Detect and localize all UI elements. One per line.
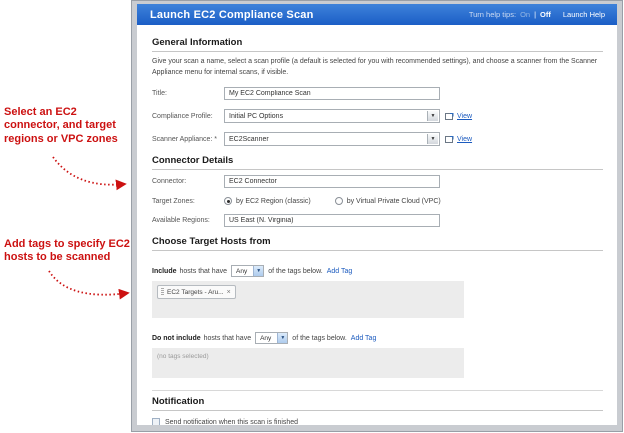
notification-checkbox-row: Send notification when this scan is fini… [152,418,603,426]
title-input[interactable] [224,87,440,100]
include-add-tag-link[interactable]: Add Tag [327,268,353,275]
exclude-suffix: of the tags below. [292,334,347,342]
section-connector-details: Connector Details [152,155,603,170]
include-tags-box: EC2 Targets - Aru... × [152,281,464,318]
scanner-appliance-row: Scanner Appliance: * EC2Scanner ▼ View [152,132,603,146]
include-match-value: Any [236,267,248,275]
compliance-profile-value: Initial PC Options [229,112,284,120]
dialog-content: General Information Give your scan a nam… [137,25,617,426]
target-zones-row: Target Zones: by EC2 Region (classic) by… [152,197,603,205]
page-background: Select an EC2 connector, and target regi… [0,0,624,433]
target-zones-label: Target Zones: [152,197,195,205]
section-divider [152,390,603,391]
section-notification: Notification [152,396,603,411]
send-notification-label: Send notification when this scan is fini… [165,418,299,426]
annotation-arrow-tags [48,270,130,300]
tag-drag-handle-icon[interactable] [161,288,164,296]
tag-remove-icon[interactable]: × [227,289,231,296]
radio-ec2-region-label: by EC2 Region (classic) [236,197,311,205]
launch-help-link[interactable]: Launch Help [563,10,605,19]
title-label: Title: [152,90,167,97]
include-match-select[interactable]: Any ▼ [231,265,265,277]
help-tips-separator: | [534,10,537,19]
exclude-keyword: Do not include [152,334,201,342]
launch-scan-dialog: Launch EC2 Compliance Scan Turn help tip… [131,0,623,432]
connector-label: Connector: [152,178,187,185]
preview-icon[interactable] [445,112,454,121]
exclude-match-select[interactable]: Any ▼ [255,332,289,344]
available-regions-input[interactable] [224,214,440,227]
general-description: Give your scan a name, select a scan pro… [152,58,598,76]
no-tags-selected-text: (no tags selected) [157,353,209,360]
available-regions-label: Available Regions: [152,217,210,224]
compliance-profile-view-link[interactable]: View [457,113,472,120]
chevron-down-icon[interactable]: ▼ [253,266,264,276]
titlebar-links: Turn help tips: On | Off Launch Help [469,10,605,19]
annotation-tags-note: Add tags to specify EC2 hosts to be scan… [4,238,130,264]
exclude-tags-box: (no tags selected) [152,348,464,378]
compliance-profile-dropdown[interactable]: Initial PC Options ▼ [224,109,440,123]
help-tips-on-link[interactable]: On [520,10,530,19]
preview-icon[interactable] [445,135,454,144]
connector-field-row: Connector: [152,175,603,188]
send-notification-checkbox[interactable] [152,418,160,425]
exclude-tags-row: Do not include hosts that have Any ▼ of … [152,332,603,344]
include-tags-row: Include hosts that have Any ▼ of the tag… [152,265,603,277]
compliance-profile-row: Compliance Profile: Initial PC Options ▼… [152,109,603,123]
include-keyword: Include [152,267,177,275]
dialog-titlebar: Launch EC2 Compliance Scan Turn help tip… [137,4,617,25]
scanner-appliance-view-link[interactable]: View [457,136,472,143]
scanner-appliance-dropdown[interactable]: EC2Scanner ▼ [224,132,440,146]
available-regions-row: Available Regions: [152,214,603,227]
tag-chip[interactable]: EC2 Targets - Aru... × [157,285,236,299]
chevron-down-icon[interactable]: ▼ [427,111,438,121]
dialog-title: Launch EC2 Compliance Scan [150,8,314,21]
compliance-profile-label: Compliance Profile: [152,112,213,120]
exclude-text: hosts that have [203,334,252,342]
exclude-match-value: Any [260,334,272,342]
radio-vpc-label: by Virtual Private Cloud (VPC) [346,197,441,205]
chevron-down-icon[interactable]: ▼ [427,134,438,144]
radio-ec2-region-classic[interactable] [224,197,232,205]
connector-input[interactable] [224,175,440,188]
help-tips-label: Turn help tips: [468,10,517,19]
help-tips-off-link[interactable]: Off [540,10,551,19]
radio-virtual-private-cloud[interactable] [334,197,343,205]
scanner-appliance-value: EC2Scanner [229,135,269,143]
chevron-down-icon[interactable]: ▼ [277,333,288,343]
tag-chip-label: EC2 Targets - Aru... [167,288,224,296]
annotation-arrow-connector [52,156,127,191]
title-field-row: Title: [152,87,603,100]
section-general-information: General Information [152,37,603,52]
annotation-connector-note: Select an EC2 connector, and target regi… [4,106,118,145]
include-text: hosts that have [179,267,227,275]
exclude-add-tag-link[interactable]: Add Tag [351,335,377,342]
scanner-appliance-label: Scanner Appliance: * [152,135,217,143]
section-choose-target-hosts: Choose Target Hosts from [152,236,603,251]
include-suffix: of the tags below. [268,267,323,275]
